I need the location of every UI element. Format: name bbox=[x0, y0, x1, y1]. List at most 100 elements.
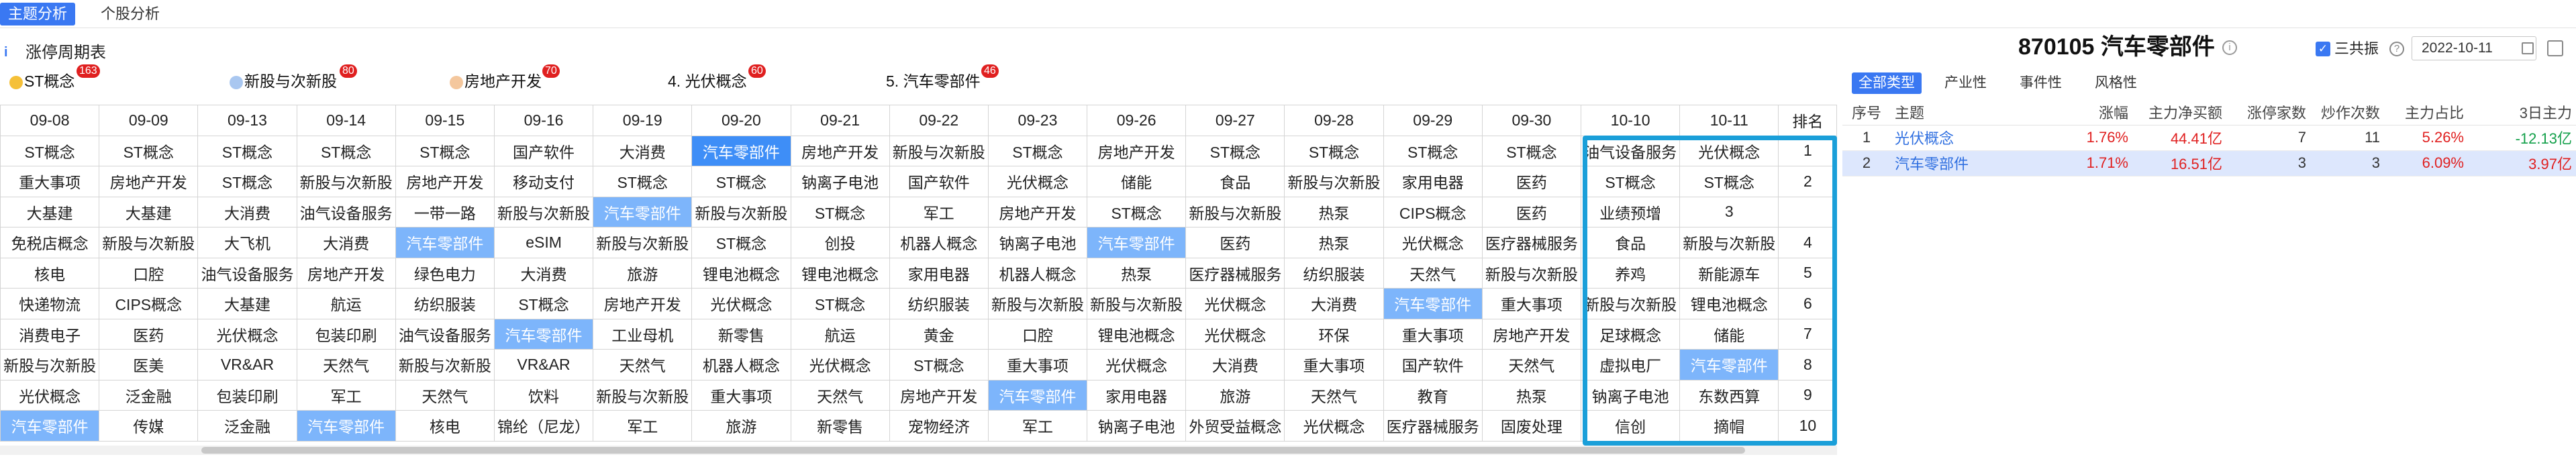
theme-cell[interactable]: 重大事项 bbox=[691, 379, 791, 411]
ranking-item-5[interactable]: 5. 汽车零部件 46 bbox=[886, 64, 999, 93]
theme-cell[interactable]: 工业母机 bbox=[593, 318, 693, 350]
theme-cell[interactable]: ST概念 bbox=[987, 135, 1088, 166]
ranking-item-1[interactable]: ST概念 163 bbox=[9, 64, 100, 93]
theme-cell[interactable]: 钠离子电池 bbox=[1580, 379, 1681, 411]
theme-cell[interactable]: 锂电池概念 bbox=[1087, 318, 1187, 350]
theme-cell[interactable]: 储能 bbox=[1679, 318, 1779, 350]
theme-cell[interactable]: 重大事项 bbox=[1284, 349, 1384, 380]
theme-cell[interactable]: 快递物流 bbox=[0, 288, 100, 319]
theme-cell[interactable]: 新股与次新股 bbox=[593, 379, 693, 411]
theme-cell[interactable]: 汽车零部件 bbox=[691, 135, 791, 166]
theme-cell[interactable]: ST概念 bbox=[1481, 135, 1582, 166]
calendar-icon[interactable] bbox=[2522, 42, 2534, 54]
theme-cell[interactable]: 天然气 bbox=[1284, 379, 1384, 411]
theme-cell[interactable]: 新股与次新股 bbox=[987, 288, 1088, 319]
theme-cell[interactable]: 新股与次新股 bbox=[593, 227, 693, 258]
ranking-item-4[interactable]: 4. 光伏概念 60 bbox=[668, 64, 766, 93]
col-header-main-ratio[interactable]: 主力占比 bbox=[2384, 99, 2468, 125]
theme-cell[interactable]: 大消费 bbox=[197, 196, 297, 227]
theme-cell[interactable]: 虚拟电厂 bbox=[1580, 349, 1681, 380]
horizontal-scrollbar[interactable] bbox=[0, 446, 1837, 455]
theme-cell[interactable]: 大飞机 bbox=[197, 227, 297, 258]
theme-cell[interactable]: 业绩预增 bbox=[1580, 196, 1681, 227]
theme-cell[interactable]: 汽车零部件 bbox=[1383, 288, 1483, 319]
theme-cell[interactable]: 消费电子 bbox=[0, 318, 100, 350]
theme-cell[interactable]: 固废处理 bbox=[1481, 410, 1582, 442]
theme-cell[interactable]: 食品 bbox=[1580, 227, 1681, 258]
theme-cell[interactable]: 新股与次新股 bbox=[1481, 257, 1582, 289]
theme-cell[interactable]: 光伏概念 bbox=[691, 288, 791, 319]
theme-cell[interactable]: 教育 bbox=[1383, 379, 1483, 411]
theme-cell[interactable]: 医疗器械服务 bbox=[1383, 410, 1483, 442]
theme-cell[interactable]: ST概念 bbox=[1185, 135, 1285, 166]
theme-cell[interactable]: ST概念 bbox=[1679, 166, 1779, 197]
theme-cell[interactable]: 大基建 bbox=[197, 288, 297, 319]
theme-cell[interactable]: 包装印刷 bbox=[197, 379, 297, 411]
theme-cell[interactable]: 医美 bbox=[99, 349, 199, 380]
col-header-net-buy[interactable]: 主力净买额 bbox=[2132, 99, 2226, 125]
theme-cell[interactable]: 汽车零部件 bbox=[987, 379, 1088, 411]
col-header-change[interactable]: 涨幅 bbox=[2059, 99, 2132, 125]
theme-cell[interactable]: 新股与次新股 bbox=[691, 196, 791, 227]
theme-cell[interactable]: 储能 bbox=[1087, 166, 1187, 197]
theme-cell[interactable]: 机器人概念 bbox=[691, 349, 791, 380]
tab-event[interactable]: 事件性 bbox=[2013, 72, 2069, 94]
theme-cell[interactable]: CIPS概念 bbox=[1383, 196, 1483, 227]
theme-cell[interactable]: 军工 bbox=[987, 410, 1088, 442]
theme-cell[interactable]: 光伏概念 bbox=[1185, 288, 1285, 319]
theme-cell[interactable]: 纺织服装 bbox=[889, 288, 989, 319]
theme-cell[interactable]: 创投 bbox=[790, 227, 890, 258]
theme-cell[interactable]: ST概念 bbox=[691, 166, 791, 197]
info-icon[interactable]: i bbox=[2222, 40, 2237, 55]
theme-cell[interactable]: 汽车零部件 bbox=[1679, 349, 1779, 380]
table-row[interactable]: 2 汽车零部件 1.71% 16.51亿 3 3 6.09% 3.97亿 bbox=[1842, 150, 2576, 176]
theme-cell[interactable]: 房地产开发 bbox=[395, 166, 495, 197]
theme-cell[interactable]: ST概念 bbox=[1580, 166, 1681, 197]
theme-cell[interactable]: 房地产开发 bbox=[1087, 135, 1187, 166]
theme-cell[interactable]: ST概念 bbox=[395, 135, 495, 166]
theme-cell[interactable]: 天然气 bbox=[1481, 349, 1582, 380]
theme-cell[interactable]: 光伏概念 bbox=[1383, 227, 1483, 258]
theme-cell[interactable]: 机器人概念 bbox=[889, 227, 989, 258]
theme-cell[interactable]: 医药 bbox=[1481, 196, 1582, 227]
theme-cell[interactable]: 大消费 bbox=[1185, 349, 1285, 380]
theme-cell[interactable]: 新零售 bbox=[790, 410, 890, 442]
scrollbar-thumb[interactable] bbox=[201, 447, 1745, 454]
date-picker-input[interactable] bbox=[2412, 36, 2536, 60]
theme-cell[interactable]: 旅游 bbox=[593, 257, 693, 289]
col-header-3day-main[interactable]: 3日主力 bbox=[2468, 99, 2576, 125]
theme-cell[interactable]: 热泵 bbox=[1284, 196, 1384, 227]
tab-stock-analysis[interactable]: 个股分析 bbox=[93, 3, 168, 26]
theme-cell[interactable]: 新股与次新股 bbox=[1284, 166, 1384, 197]
theme-cell[interactable]: 环保 bbox=[1284, 318, 1384, 350]
theme-cell[interactable]: 泛金融 bbox=[197, 410, 297, 442]
theme-cell[interactable]: 钠离子电池 bbox=[987, 227, 1088, 258]
theme-cell[interactable]: 黄金 bbox=[889, 318, 989, 350]
theme-cell[interactable]: 光伏概念 bbox=[0, 379, 100, 411]
theme-cell[interactable]: 天然气 bbox=[1383, 257, 1483, 289]
theme-cell[interactable]: 核电 bbox=[0, 257, 100, 289]
theme-cell[interactable]: 信创 bbox=[1580, 410, 1681, 442]
theme-cell[interactable]: 足球概念 bbox=[1580, 318, 1681, 350]
theme-cell[interactable]: 光伏概念 bbox=[987, 166, 1088, 197]
export-icon[interactable] bbox=[2547, 40, 2563, 56]
theme-cell[interactable]: ST概念 bbox=[296, 135, 396, 166]
theme-cell[interactable]: 大消费 bbox=[296, 227, 396, 258]
theme-cell[interactable]: 国产软件 bbox=[889, 166, 989, 197]
theme-link[interactable]: 光伏概念 bbox=[1891, 125, 2059, 151]
theme-cell[interactable]: ST概念 bbox=[889, 349, 989, 380]
theme-cell[interactable]: 纺织服装 bbox=[1284, 257, 1384, 289]
theme-cell[interactable]: 国产软件 bbox=[493, 135, 594, 166]
theme-cell[interactable]: 核电 bbox=[395, 410, 495, 442]
theme-cell[interactable]: 钠离子电池 bbox=[1087, 410, 1187, 442]
theme-cell[interactable]: eSIM bbox=[493, 227, 594, 258]
theme-cell[interactable]: 新股与次新股 bbox=[0, 349, 100, 380]
theme-cell[interactable]: 家用电器 bbox=[889, 257, 989, 289]
theme-cell[interactable]: 军工 bbox=[889, 196, 989, 227]
theme-cell[interactable]: 大消费 bbox=[593, 135, 693, 166]
theme-cell[interactable]: 天然气 bbox=[395, 379, 495, 411]
theme-cell[interactable]: 新股与次新股 bbox=[1087, 288, 1187, 319]
theme-cell[interactable]: 旅游 bbox=[691, 410, 791, 442]
theme-cell[interactable]: 房地产开发 bbox=[1481, 318, 1582, 350]
theme-cell[interactable]: 医药 bbox=[1481, 166, 1582, 197]
